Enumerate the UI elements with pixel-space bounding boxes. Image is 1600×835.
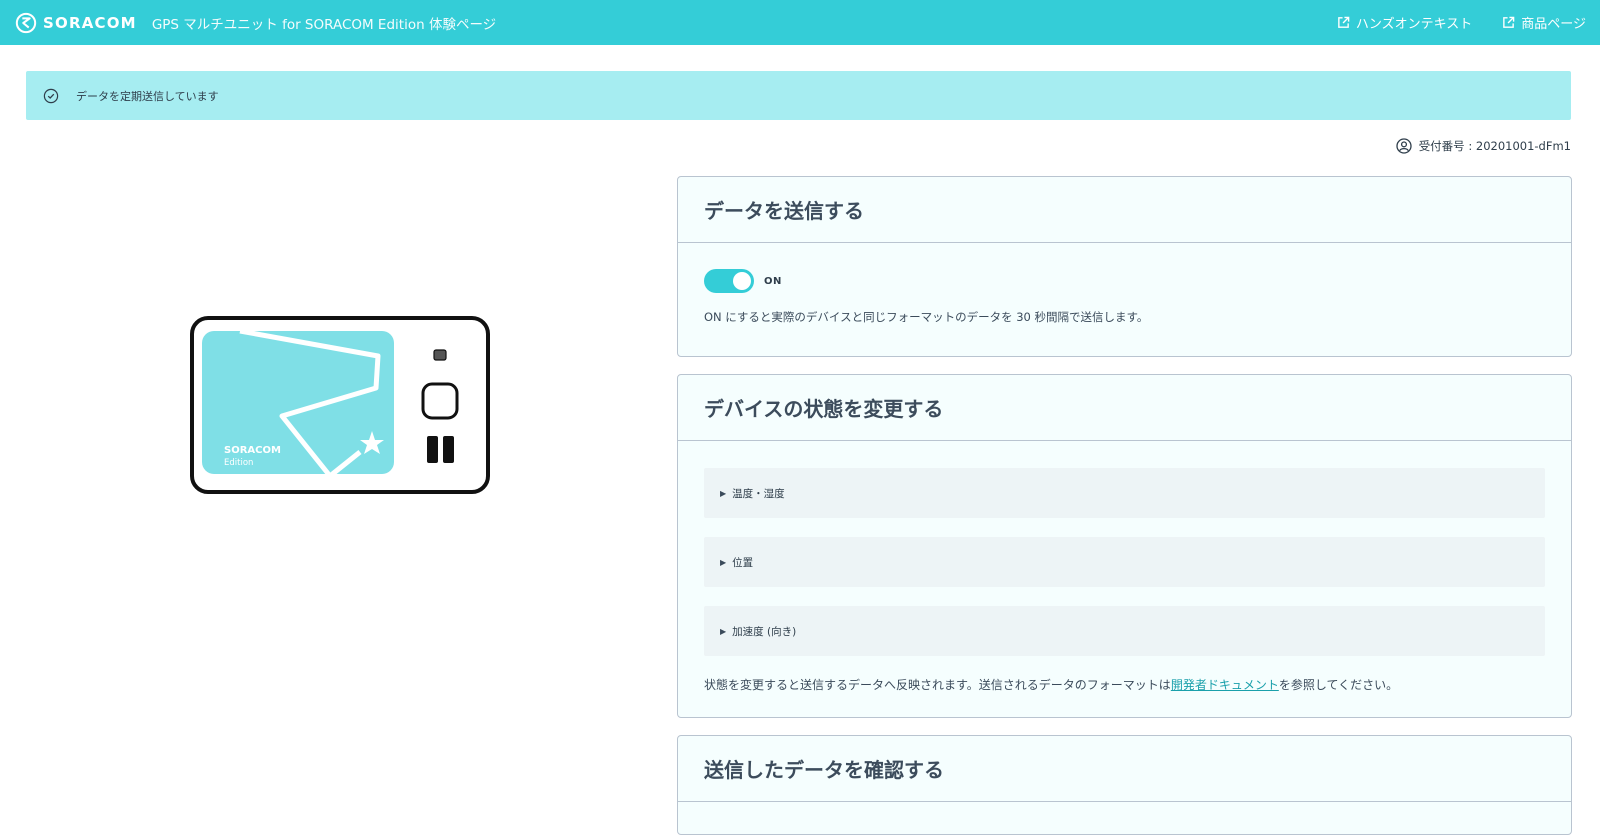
handson-text-link[interactable]: ハンズオンテキスト: [1337, 13, 1472, 32]
expand-triangle-icon: ▶: [720, 626, 727, 636]
accordion-label: 位置: [732, 556, 754, 569]
send-data-panel-header: データを送信する: [678, 177, 1571, 243]
accordion-label: 温度・湿度: [732, 487, 785, 500]
send-data-panel: データを送信する ON ON にすると実際のデバイスと同じフォーマットのデータを…: [677, 176, 1572, 357]
handson-text-link-label: ハンズオンテキスト: [1355, 17, 1473, 32]
confirm-data-title: 送信したデータを確認する: [704, 758, 944, 782]
soracom-logo-icon: [15, 12, 37, 33]
device-edition-text: Edition: [224, 458, 253, 468]
product-page-link[interactable]: 商品ページ: [1502, 13, 1586, 32]
toggle-knob: [733, 272, 751, 290]
header-links: ハンズオンテキスト 商品ページ: [1307, 0, 1586, 45]
expand-triangle-icon: ▶: [720, 488, 727, 498]
gps-multiunit-device-illustration: SORACOM Edition: [190, 316, 490, 494]
top-header: SORACOM GPS マルチユニット for SORACOM Edition …: [0, 0, 1600, 45]
alert-text: データを定期送信しています: [76, 89, 219, 103]
send-data-title: データを送信する: [704, 199, 864, 223]
expand-triangle-icon: ▶: [720, 557, 727, 567]
user-circle-icon: [1396, 138, 1412, 154]
logo-text: SORACOM: [43, 13, 137, 32]
device-state-panel-header: デバイスの状態を変更する: [678, 375, 1571, 441]
device-state-panel: デバイスの状態を変更する ▶ 温度・湿度 ▶ 位置 ▶ 加速度 (向き) 状態を…: [677, 374, 1572, 718]
accordion-label: 加速度 (向き): [732, 625, 797, 638]
confirm-data-panel-header: 送信したデータを確認する: [678, 736, 1571, 802]
device-brand-text: SORACOM: [224, 445, 281, 456]
device-button: [421, 382, 459, 420]
check-circle-icon: [43, 88, 59, 103]
status-alert: データを定期送信しています: [26, 71, 1571, 120]
receipt-number: 受付番号 : 20201001-dFm1: [1396, 138, 1571, 154]
confirm-data-panel: 送信したデータを確認する: [677, 735, 1572, 835]
accordion-temperature-humidity[interactable]: ▶ 温度・湿度: [704, 468, 1545, 518]
toggle-state-label: ON: [764, 275, 782, 287]
page-title: GPS マルチユニット for SORACOM Edition 体験ページ: [151, 16, 497, 33]
send-data-description: ON にすると実際のデバイスと同じフォーマットのデータを 30 秒間隔で送信しま…: [704, 310, 1149, 324]
product-page-link-label: 商品ページ: [1521, 17, 1586, 32]
send-data-toggle[interactable]: [704, 269, 754, 293]
desc-text-before: 状態を変更すると送信するデータへ反映されます。送信されるデータのフォーマットは: [704, 678, 1171, 692]
desc-text-after: を参照してください。: [1278, 678, 1399, 692]
receipt-number-label: 受付番号 : 20201001-dFm1: [1418, 139, 1571, 153]
external-link-icon: [1338, 16, 1350, 28]
soracom-logo[interactable]: SORACOM: [15, 12, 137, 34]
external-link-icon: [1503, 16, 1515, 28]
developer-docs-link[interactable]: 開発者ドキュメント: [1171, 678, 1279, 692]
accordion-acceleration[interactable]: ▶ 加速度 (向き): [704, 606, 1545, 656]
device-state-title: デバイスの状態を変更する: [704, 397, 944, 421]
accordion-location[interactable]: ▶ 位置: [704, 537, 1545, 587]
device-led: [433, 349, 447, 361]
send-toggle-row: ON: [704, 269, 1545, 293]
device-state-description: 状態を変更すると送信するデータへ反映されます。送信されるデータのフォーマットは開…: [704, 676, 1545, 693]
